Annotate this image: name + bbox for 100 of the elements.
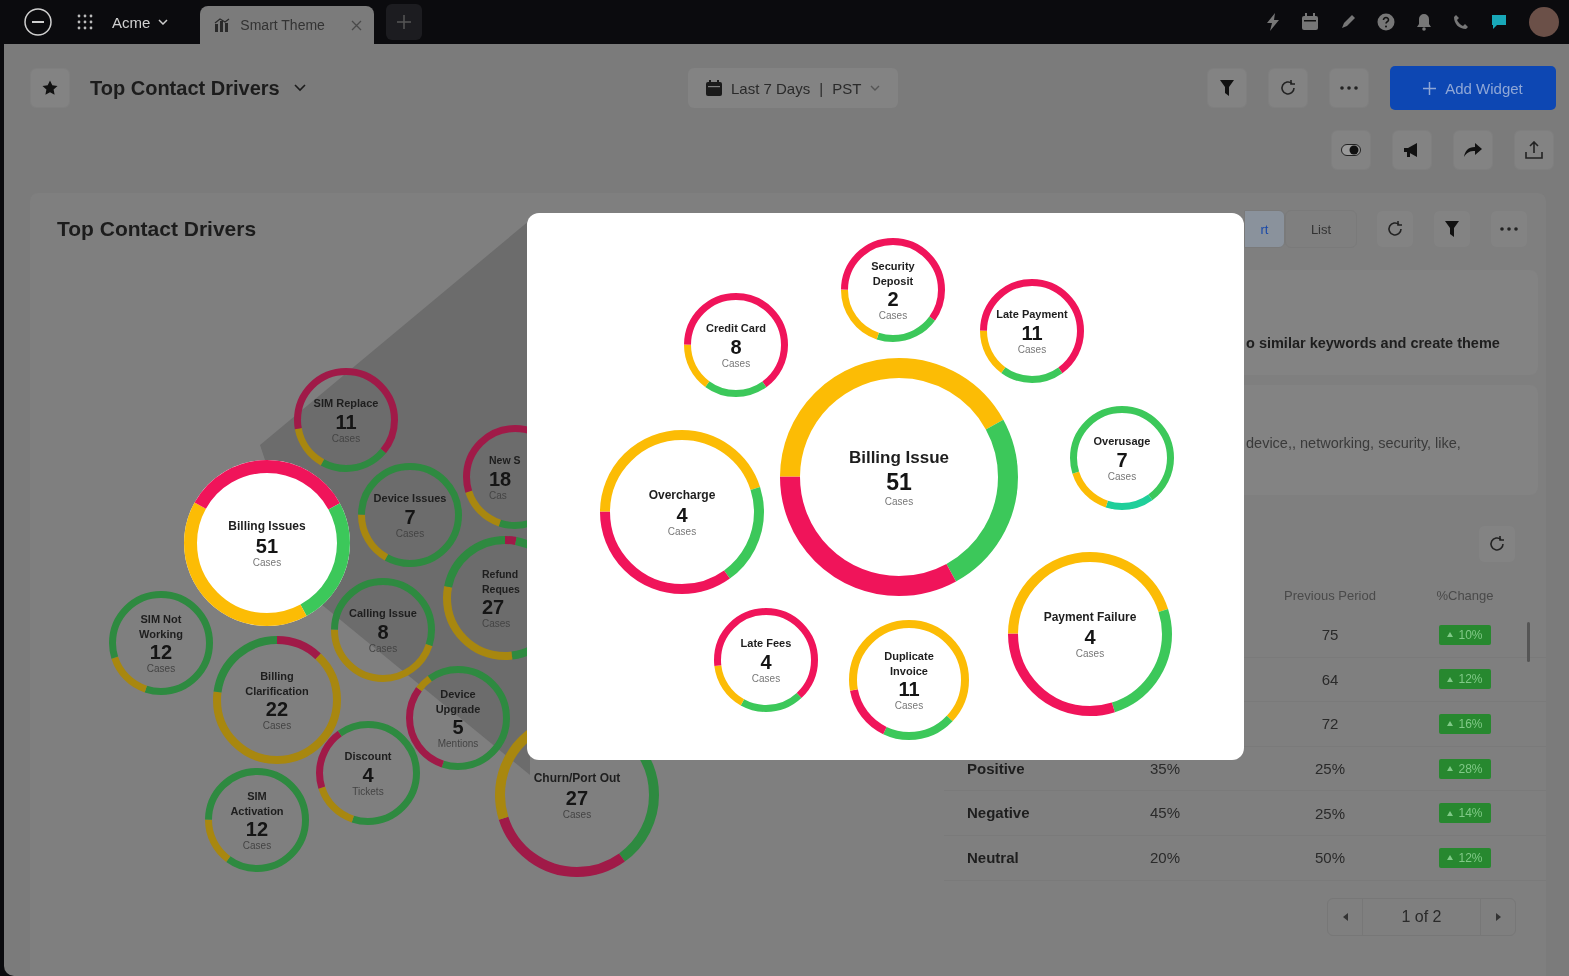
bubble-unit: Cases: [721, 357, 751, 369]
bubble-count: 7: [1116, 448, 1128, 471]
table-cell: Negative: [967, 804, 1030, 822]
chat-icon[interactable]: [1490, 14, 1508, 30]
refresh-icon: [1488, 535, 1506, 553]
bubble-label: New S: [489, 453, 521, 468]
bubble-label: SIM Replace: [313, 396, 379, 411]
bubble-label: Security Deposit: [870, 258, 916, 289]
up-triangle-icon: [1447, 810, 1454, 816]
page-title: Top Contact Drivers: [90, 76, 280, 100]
bubble-unit: Cases: [242, 840, 272, 852]
change-badge: 16%: [1439, 714, 1491, 734]
phone-icon[interactable]: [1453, 14, 1469, 30]
separator-text: |: [819, 79, 824, 97]
bubble-label: Refund Reques: [482, 567, 521, 596]
filter-icon: [1445, 221, 1459, 237]
help-icon[interactable]: [1377, 13, 1395, 31]
bubble-label: SIM Activation: [229, 788, 285, 819]
bubble-unit: Cases: [1075, 647, 1105, 659]
table-cell: 72: [1321, 715, 1339, 733]
calendar-icon: [706, 80, 722, 96]
bubble-count: 51: [886, 470, 912, 496]
bubble-unit: Cases: [894, 700, 924, 712]
filter-button[interactable]: [1433, 210, 1471, 248]
bubble-label: Churn/Port Out: [533, 770, 621, 787]
theme-description: o similar keywords and create theme: [1246, 335, 1500, 351]
more-button[interactable]: [1490, 210, 1528, 248]
table-cell: 20%: [1150, 848, 1181, 866]
date-range-picker[interactable]: Last 7 Days | PST: [688, 68, 898, 108]
view-tab[interactable]: List: [1285, 210, 1357, 248]
refresh-button[interactable]: [1376, 210, 1414, 248]
lightning-icon[interactable]: [1266, 13, 1280, 31]
page-indicator: 1 of 2: [1362, 898, 1481, 935]
toggle-button[interactable]: [1331, 130, 1371, 170]
bubble-label: SIM Not Working: [138, 611, 184, 642]
bubble-unit: Cases: [368, 642, 398, 654]
bubble-label: Payment Failure: [1043, 609, 1137, 626]
refresh-button[interactable]: [1268, 68, 1308, 108]
refresh-icon: [1386, 220, 1404, 238]
date-range-text: Last 7 Days: [731, 79, 811, 97]
bubble-count: 7: [404, 505, 416, 528]
bubble-count: 51: [255, 534, 279, 557]
bubble-count: 12: [149, 641, 173, 664]
table-cell: 45%: [1150, 804, 1181, 822]
browser-tab[interactable]: Smart Theme: [200, 6, 375, 44]
bubble-count: 8: [377, 620, 389, 643]
bubble-count: 18: [489, 467, 512, 490]
bubble-unit: Cases: [1107, 470, 1137, 482]
favorite-button[interactable]: [30, 68, 70, 108]
bubble-label: Device Issues: [373, 491, 447, 506]
plus-icon: [1423, 81, 1437, 95]
bubble-count: 2: [887, 288, 899, 311]
bubble-unit: Cases: [252, 556, 282, 568]
bubble-label: Overcharge: [648, 487, 716, 504]
bubble-label: Credit Card: [706, 321, 766, 336]
more-icon: [1340, 86, 1358, 90]
announce-button[interactable]: [1392, 130, 1432, 170]
change-badge: 12%: [1439, 847, 1491, 868]
pencil-icon[interactable]: [1340, 14, 1356, 30]
logo-icon[interactable]: [24, 8, 52, 36]
bubble-unit: Cases: [667, 525, 697, 537]
view-tab[interactable]: rt: [1244, 210, 1285, 248]
change-badge: 28%: [1439, 758, 1491, 779]
refresh-button[interactable]: [1478, 525, 1516, 563]
filter-icon: [1220, 80, 1234, 96]
bubble-count: 5: [452, 716, 464, 739]
up-triangle-icon: [1447, 855, 1454, 861]
bubble-unit: Cases: [146, 663, 176, 675]
bubble-count: 4: [676, 503, 688, 526]
bubble-count: 22: [265, 698, 289, 721]
plus-icon: [396, 14, 413, 30]
scrollbar[interactable]: [1527, 622, 1530, 662]
timezone-text: PST: [832, 79, 862, 97]
export-button[interactable]: [1514, 130, 1554, 170]
add-widget-button[interactable]: Add Widget: [1390, 66, 1556, 110]
more-icon: [1500, 227, 1518, 231]
bubble-unit: Cases: [262, 720, 292, 732]
more-button[interactable]: [1329, 68, 1369, 108]
workspace-switcher[interactable]: Acme: [112, 13, 151, 31]
avatar[interactable]: [1529, 7, 1559, 37]
bubble-label: Late Fees: [740, 636, 792, 651]
bubble-count: 11: [1021, 321, 1043, 344]
left-triangle-icon: [1342, 912, 1348, 921]
bubble-label: Overusage: [1093, 434, 1151, 449]
bubble-unit: Tickets: [352, 785, 384, 797]
keywords-text: device,, networking, security, like,: [1246, 435, 1461, 451]
bubble-label: Calling Issue: [349, 606, 417, 621]
bubble-count: 11: [335, 410, 357, 433]
calendar-icon[interactable]: [1301, 13, 1319, 31]
toggle-icon: [1341, 144, 1361, 156]
chart-icon: [214, 18, 231, 32]
bubble-label: Late Payment: [996, 307, 1068, 322]
share-arrow-icon: [1464, 143, 1482, 157]
change-badge: 14%: [1439, 803, 1491, 824]
filter-button[interactable]: [1207, 68, 1247, 108]
apps-grid-icon[interactable]: [77, 14, 93, 30]
change-badge: 10%: [1439, 624, 1491, 645]
bell-icon[interactable]: [1416, 13, 1432, 31]
share-button[interactable]: [1453, 130, 1493, 170]
upload-icon: [1525, 141, 1543, 159]
